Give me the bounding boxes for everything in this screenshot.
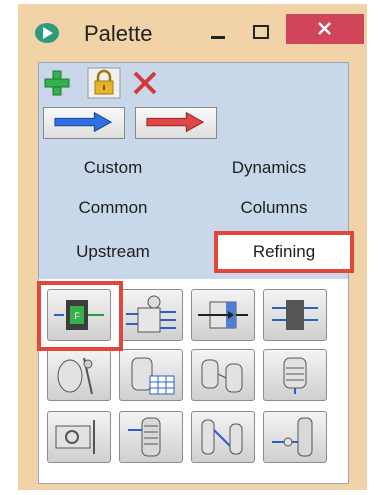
title-bar[interactable]: Palette bbox=[18, 4, 367, 62]
unit-tank-table[interactable] bbox=[119, 349, 183, 401]
selected-unit-highlight bbox=[37, 281, 123, 351]
maximize-icon[interactable] bbox=[244, 18, 278, 48]
close-button[interactable] bbox=[286, 14, 364, 44]
tab-common[interactable]: Common bbox=[49, 191, 177, 225]
unit-separator[interactable] bbox=[47, 411, 111, 463]
tab-columns[interactable]: Columns bbox=[199, 191, 349, 225]
unit-mixer-tank[interactable] bbox=[263, 349, 327, 401]
unit-vessel-pump[interactable] bbox=[47, 349, 111, 401]
minimize-icon[interactable] bbox=[201, 18, 235, 48]
tank-table-icon bbox=[131, 357, 175, 395]
add-icon[interactable] bbox=[43, 69, 71, 97]
vessel-pump-icon bbox=[57, 357, 93, 395]
filter-icon bbox=[272, 300, 318, 330]
unit-tall-column[interactable] bbox=[263, 411, 327, 463]
unit-two-column[interactable] bbox=[191, 411, 255, 463]
delete-icon[interactable] bbox=[131, 69, 159, 97]
arrow-right-icon bbox=[146, 111, 205, 133]
unit-two-tanks[interactable] bbox=[191, 349, 255, 401]
unit-filter[interactable] bbox=[263, 289, 327, 341]
tab-upstream[interactable]: Upstream bbox=[49, 235, 177, 269]
tab-custom[interactable]: Custom bbox=[49, 151, 177, 185]
window-title: Palette bbox=[84, 21, 153, 46]
palette-window: Palette Custom Dynamics Common Columns U… bbox=[18, 4, 367, 490]
palette-app-icon bbox=[35, 23, 59, 43]
manifold-icon bbox=[126, 295, 176, 333]
tall-column-icon bbox=[272, 417, 313, 457]
palette-panel: Custom Dynamics Common Columns Upstream … bbox=[37, 62, 354, 484]
two-tanks-icon bbox=[201, 359, 243, 393]
mixer-tank-icon bbox=[283, 357, 307, 394]
two-column-icon bbox=[201, 419, 243, 455]
lock-icon[interactable] bbox=[87, 67, 121, 99]
packed-column-icon bbox=[128, 417, 161, 457]
tab-dynamics[interactable]: Dynamics bbox=[199, 151, 339, 185]
blue-arrow-button[interactable] bbox=[43, 107, 125, 139]
heat-exchanger-icon bbox=[198, 301, 248, 329]
selected-tab-highlight bbox=[214, 231, 354, 273]
arrow-right-icon bbox=[54, 111, 113, 133]
unit-packed-column[interactable] bbox=[119, 411, 183, 463]
separator-icon bbox=[55, 420, 95, 454]
unit-heat-exchanger[interactable] bbox=[191, 289, 255, 341]
close-icon[interactable] bbox=[286, 14, 364, 44]
red-arrow-button[interactable] bbox=[135, 107, 217, 139]
unit-manifold[interactable] bbox=[119, 289, 183, 341]
unit-grid: F bbox=[37, 279, 348, 483]
